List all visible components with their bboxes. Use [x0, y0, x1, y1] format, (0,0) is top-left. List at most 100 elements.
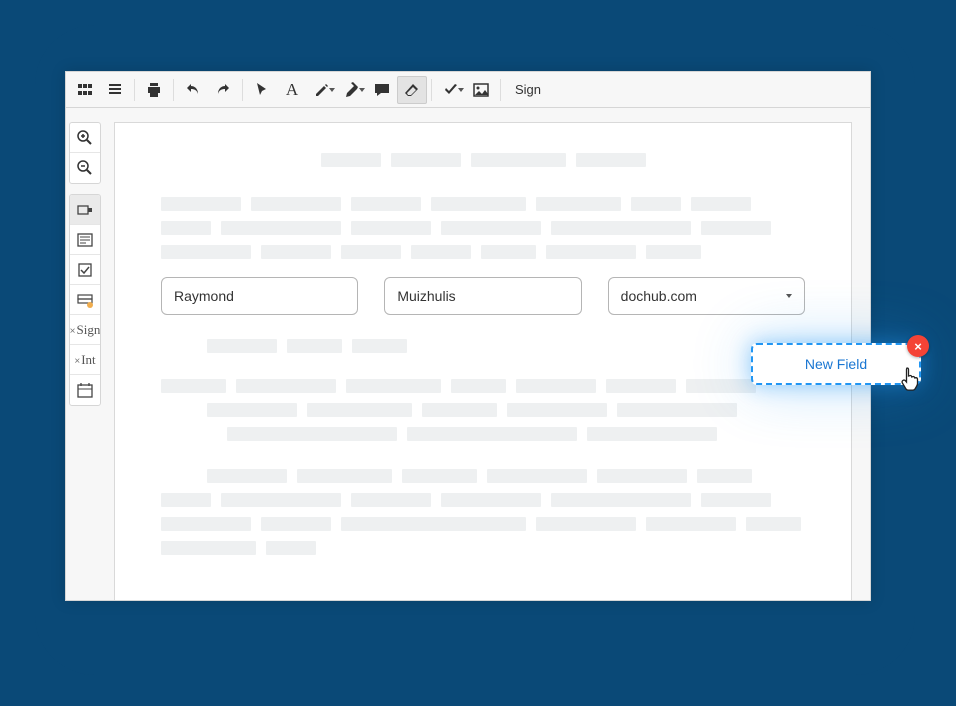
sign-menu-button[interactable]: Sign [505, 82, 551, 97]
placeholder-row [161, 493, 805, 507]
placeholder [266, 541, 316, 555]
placeholder [422, 403, 497, 417]
date-field-tool[interactable] [70, 375, 100, 405]
placeholder [341, 245, 401, 259]
placeholder [697, 469, 752, 483]
placeholder [391, 153, 461, 167]
placeholder-row [161, 153, 805, 167]
eraser-tool-button[interactable] [397, 76, 427, 104]
placeholder [516, 379, 596, 393]
new-field-popup[interactable]: New Field × [751, 343, 921, 385]
divider [173, 79, 174, 101]
placeholder [576, 153, 646, 167]
placeholder [646, 245, 701, 259]
placeholder [351, 493, 431, 507]
first-name-field[interactable]: Raymond [161, 277, 358, 315]
placeholder [536, 517, 636, 531]
placeholder-row [161, 541, 805, 555]
placeholder-row [161, 427, 805, 441]
document-page[interactable]: Raymond Muizhulis dochub.com [114, 122, 852, 600]
comment-tool-button[interactable] [367, 76, 397, 104]
placeholder [227, 427, 397, 441]
placeholder [411, 245, 471, 259]
placeholder [261, 245, 331, 259]
placeholder [351, 197, 421, 211]
placeholder [646, 517, 736, 531]
placeholder [251, 197, 341, 211]
placeholder [236, 379, 336, 393]
image-tool-button[interactable] [466, 76, 496, 104]
placeholder [221, 221, 341, 235]
placeholder-row [161, 197, 805, 211]
field-tools-group: Sign Int [69, 194, 101, 406]
placeholder [546, 245, 636, 259]
highlight-tool-button[interactable] [337, 76, 367, 104]
placeholder [481, 245, 536, 259]
zoom-out-button[interactable] [70, 153, 100, 183]
print-button[interactable] [139, 76, 169, 104]
form-fields-row: Raymond Muizhulis dochub.com [161, 277, 805, 315]
placeholder-row [161, 245, 805, 259]
workspace: Sign Int [66, 108, 870, 600]
domain-select[interactable]: dochub.com [608, 277, 805, 315]
placeholder [161, 379, 226, 393]
placeholder [346, 379, 441, 393]
signature-icon: Sign [70, 322, 101, 338]
placeholder [451, 379, 506, 393]
placeholder [441, 493, 541, 507]
checkmark-tool-button[interactable] [436, 76, 466, 104]
initials-icon: Int [74, 352, 95, 368]
placeholder [352, 339, 407, 353]
placeholder [701, 493, 771, 507]
domain-value: dochub.com [621, 288, 697, 304]
placeholder [441, 221, 541, 235]
placeholder [341, 517, 526, 531]
paragraph-field-tool[interactable] [70, 225, 100, 255]
placeholder [617, 403, 737, 417]
placeholder [207, 469, 287, 483]
cursor-pointer-icon [900, 366, 922, 397]
placeholder [597, 469, 687, 483]
first-name-value: Raymond [174, 288, 234, 304]
top-toolbar: A Sign [66, 72, 870, 108]
editor-window: A Sign [65, 71, 871, 601]
text-field-tool[interactable] [70, 195, 100, 225]
placeholder-row [161, 221, 805, 235]
divider [134, 79, 135, 101]
last-name-field[interactable]: Muizhulis [384, 277, 581, 315]
select-tool-button[interactable] [247, 76, 277, 104]
undo-button[interactable] [178, 76, 208, 104]
draw-tool-button[interactable] [307, 76, 337, 104]
placeholder [487, 469, 587, 483]
side-toolbox: Sign Int [66, 108, 104, 600]
close-popup-button[interactable]: × [907, 335, 929, 357]
grid-view-button[interactable] [70, 76, 100, 104]
placeholder-row [161, 517, 805, 531]
placeholder [161, 517, 251, 531]
initials-field-tool[interactable]: Int [70, 345, 100, 375]
placeholder [587, 427, 717, 441]
zoom-in-button[interactable] [70, 123, 100, 153]
placeholder [631, 197, 681, 211]
placeholder [606, 379, 676, 393]
signature-field-tool[interactable]: Sign [70, 315, 100, 345]
placeholder [507, 403, 607, 417]
placeholder [287, 339, 342, 353]
dropdown-field-tool[interactable] [70, 285, 100, 315]
placeholder [551, 493, 691, 507]
text-tool-button[interactable]: A [277, 76, 307, 104]
placeholder [471, 153, 566, 167]
close-icon: × [914, 339, 922, 354]
paragraph-button[interactable] [100, 76, 130, 104]
redo-button[interactable] [208, 76, 238, 104]
placeholder [431, 197, 526, 211]
placeholder [701, 221, 771, 235]
placeholder [407, 427, 577, 441]
divider [242, 79, 243, 101]
placeholder [351, 221, 431, 235]
placeholder [161, 493, 211, 507]
placeholder [161, 221, 211, 235]
placeholder [221, 493, 341, 507]
divider [431, 79, 432, 101]
checkbox-field-tool[interactable] [70, 255, 100, 285]
